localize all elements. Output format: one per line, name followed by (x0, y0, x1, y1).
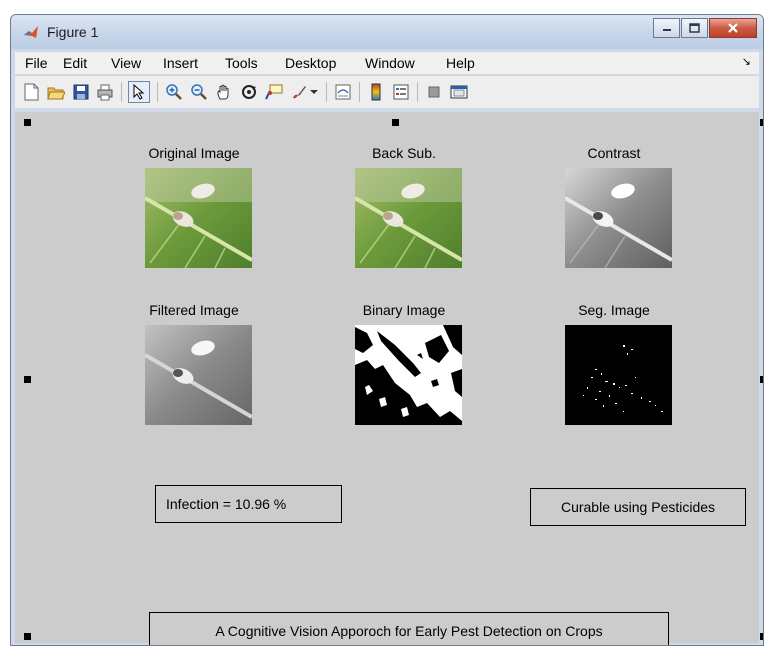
minimize-button[interactable] (653, 18, 680, 38)
new-figure-icon[interactable] (20, 81, 42, 103)
title-bar[interactable]: Figure 1 (11, 15, 763, 49)
infection-textbox: Infection = 10.96 % (155, 485, 342, 523)
menu-insert[interactable]: Insert (163, 55, 198, 71)
pan-icon[interactable] (213, 81, 235, 103)
menu-edit[interactable]: Edit (63, 55, 87, 71)
menu-dock-arrow-icon[interactable]: ↘ (742, 55, 751, 68)
selection-handle-top-center[interactable] (392, 119, 399, 126)
menu-help[interactable]: Help (446, 55, 475, 71)
filtered-image-title: Filtered Image (149, 302, 239, 318)
zoom-in-icon[interactable] (163, 81, 185, 103)
binary-image-title: Binary Image (362, 302, 446, 318)
seg-image-title: Seg. Image (578, 302, 650, 318)
contrast-title: Contrast (587, 145, 641, 161)
save-icon[interactable] (70, 81, 92, 103)
matlab-logo-icon (24, 26, 38, 38)
seg-image (565, 325, 672, 425)
open-file-icon[interactable] (45, 81, 67, 103)
menu-file[interactable]: File (25, 55, 48, 71)
maximize-button[interactable] (681, 18, 708, 38)
brush-dropdown-icon[interactable] (308, 81, 320, 103)
close-icon (728, 23, 738, 33)
selection-handle-top-left[interactable] (24, 119, 31, 126)
print-icon[interactable] (94, 81, 116, 103)
figure-window: Figure 1 File Edit View Insert Tools Des… (10, 14, 764, 646)
menu-tools[interactable]: Tools (225, 55, 258, 71)
minimize-icon (662, 29, 671, 31)
menu-bar: File Edit View Insert Tools Desktop Wind… (15, 52, 759, 74)
menu-desktop[interactable]: Desktop (285, 55, 336, 71)
back-sub-image (355, 168, 462, 268)
window-title: Figure 1 (47, 24, 99, 40)
hide-plot-tools-icon[interactable] (423, 81, 445, 103)
figure-toolbar (15, 75, 759, 108)
link-plot-icon[interactable] (332, 81, 354, 103)
contrast-image (565, 168, 672, 268)
recommendation-textbox: Curable using Pesticides (530, 488, 746, 526)
menu-window[interactable]: Window (365, 55, 415, 71)
close-button[interactable] (709, 18, 757, 38)
rotate-3d-icon[interactable] (238, 81, 260, 103)
figure-canvas[interactable]: Original Image Back Sub. Contrast Filter… (15, 112, 763, 645)
binary-image (355, 325, 462, 425)
zoom-out-icon[interactable] (188, 81, 210, 103)
legend-icon[interactable] (390, 81, 412, 103)
maximize-icon (689, 23, 700, 33)
original-image (145, 168, 252, 268)
menu-view[interactable]: View (111, 55, 141, 71)
colorbar-icon[interactable] (365, 81, 387, 103)
caption-textbox: A Cognitive Vision Apporoch for Early Pe… (149, 612, 669, 645)
show-plot-tools-icon[interactable] (448, 81, 470, 103)
data-cursor-icon[interactable] (263, 81, 285, 103)
selection-handle-bottom-right[interactable] (760, 633, 763, 640)
selection-handle-top-right[interactable] (760, 119, 763, 126)
selection-handle-middle-left[interactable] (24, 376, 31, 383)
selection-handle-bottom-left[interactable] (24, 633, 31, 640)
back-sub-title: Back Sub. (372, 145, 436, 161)
original-image-title: Original Image (148, 145, 240, 161)
selection-handle-middle-right[interactable] (760, 376, 763, 383)
brush-icon[interactable] (288, 81, 310, 103)
pointer-icon[interactable] (128, 81, 150, 103)
filtered-image (145, 325, 252, 425)
